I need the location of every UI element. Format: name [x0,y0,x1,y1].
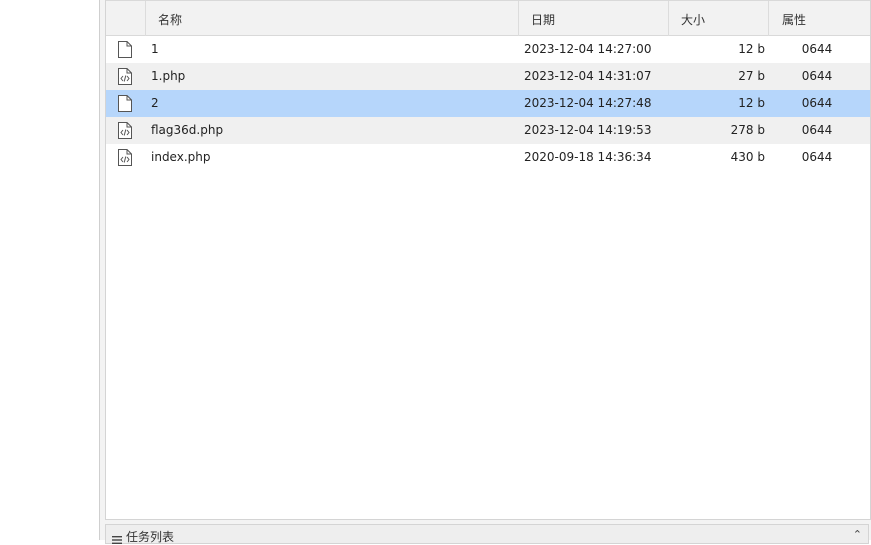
file-date: 2023-12-04 14:27:00 [524,42,652,56]
file-name: flag36d.php [151,123,224,137]
file-size: 278 b [730,123,765,137]
file-icon [118,90,134,117]
file-date: 2023-12-04 14:27:48 [524,96,652,110]
file-attr: 0644 [801,96,833,110]
file-row[interactable]: flag36d.php 2023-12-04 14:19:53 278 b 0644 [106,117,870,144]
file-row[interactable]: index.php 2020-09-18 14:36:34 430 b 0644 [106,144,870,171]
file-attr: 0644 [801,150,833,164]
file-list-rows: 1 2023-12-04 14:27:00 12 b 0644 1.php 2023-12… [106,36,870,171]
column-header-name[interactable]: 名称 [146,1,519,36]
file-size: 27 b [738,69,765,83]
code-file-icon [118,144,134,171]
column-header-date[interactable]: 日期 [519,1,669,36]
file-date: 2023-12-04 14:31:07 [524,69,652,83]
column-header-icon [106,1,146,36]
file-name: 1.php [151,69,186,83]
column-header-attr[interactable]: 属性 [769,1,869,36]
task-list-label: 任务列表 [126,530,175,544]
code-file-icon [118,63,134,90]
file-attr: 0644 [801,123,833,137]
file-attr: 0644 [801,42,833,56]
right-pane: 名称 日期 大小 属性 1 2023-12-04 14:27:00 12 b 0644… [100,0,871,544]
file-list-header: 名称 日期 大小 属性 [106,0,870,36]
file-date: 2023-12-04 14:19:53 [524,123,652,137]
left-pane [0,0,100,540]
file-attr: 0644 [801,69,833,83]
file-row[interactable]: 2 2023-12-04 14:27:48 12 b 0644 [106,90,870,117]
file-list-panel: 名称 日期 大小 属性 1 2023-12-04 14:27:00 12 b 0644… [105,0,871,520]
file-name: 1 [151,42,159,56]
chevron-up-icon[interactable]: ⌃ [853,529,862,540]
list-icon [112,536,122,544]
file-name: 2 [151,96,159,110]
code-file-icon [118,117,134,144]
task-list-bar[interactable]: 任务列表 ⌃ [105,524,869,544]
file-name: index.php [151,150,211,164]
file-size: 12 b [738,42,765,56]
file-row[interactable]: 1.php 2023-12-04 14:31:07 27 b 0644 [106,63,870,90]
file-date: 2020-09-18 14:36:34 [524,150,652,164]
column-header-size[interactable]: 大小 [669,1,769,36]
file-size: 12 b [738,96,765,110]
file-size: 430 b [730,150,765,164]
file-row[interactable]: 1 2023-12-04 14:27:00 12 b 0644 [106,36,870,63]
file-icon [118,36,134,63]
